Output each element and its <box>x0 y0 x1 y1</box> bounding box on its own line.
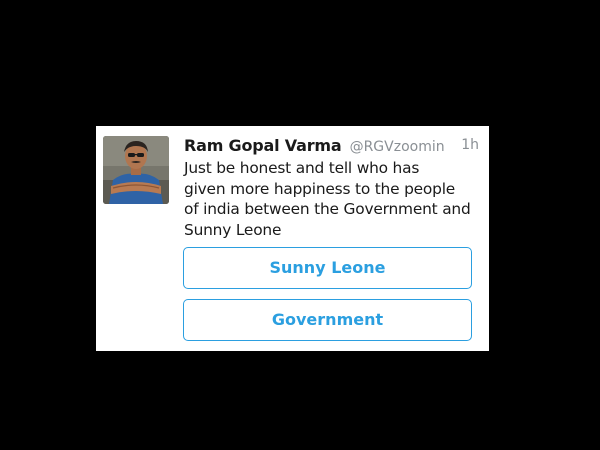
tweet-text-line: of india between the Government and <box>184 200 471 218</box>
author-handle[interactable]: @RGVzoomin <box>350 139 445 155</box>
author-display-name[interactable]: Ram Gopal Varma <box>184 136 342 155</box>
avatar-photo <box>103 136 169 204</box>
tweet-text-line: Sunny Leone <box>184 220 282 239</box>
tweet-header: Ram Gopal Varma @RGVzoomin 1h <box>184 136 479 158</box>
poll-option-sunny-leone-button[interactable]: Sunny Leone <box>183 247 472 289</box>
tweet-card[interactable]: Ram Gopal Varma @RGVzoomin 1h Just be ho… <box>96 126 489 351</box>
screenshot-frame: Ram Gopal Varma @RGVzoomin 1h Just be ho… <box>0 0 600 450</box>
tweet-text-line: given more happiness to the people <box>184 179 456 198</box>
tweet-timestamp[interactable]: 1h <box>461 137 479 153</box>
avatar[interactable] <box>103 136 169 204</box>
tweet-text: Just be honest and tell who has given mo… <box>184 158 486 240</box>
poll-option-government-button[interactable]: Government <box>183 299 472 341</box>
tweet-text-line: Just be honest and tell who has <box>184 159 420 177</box>
